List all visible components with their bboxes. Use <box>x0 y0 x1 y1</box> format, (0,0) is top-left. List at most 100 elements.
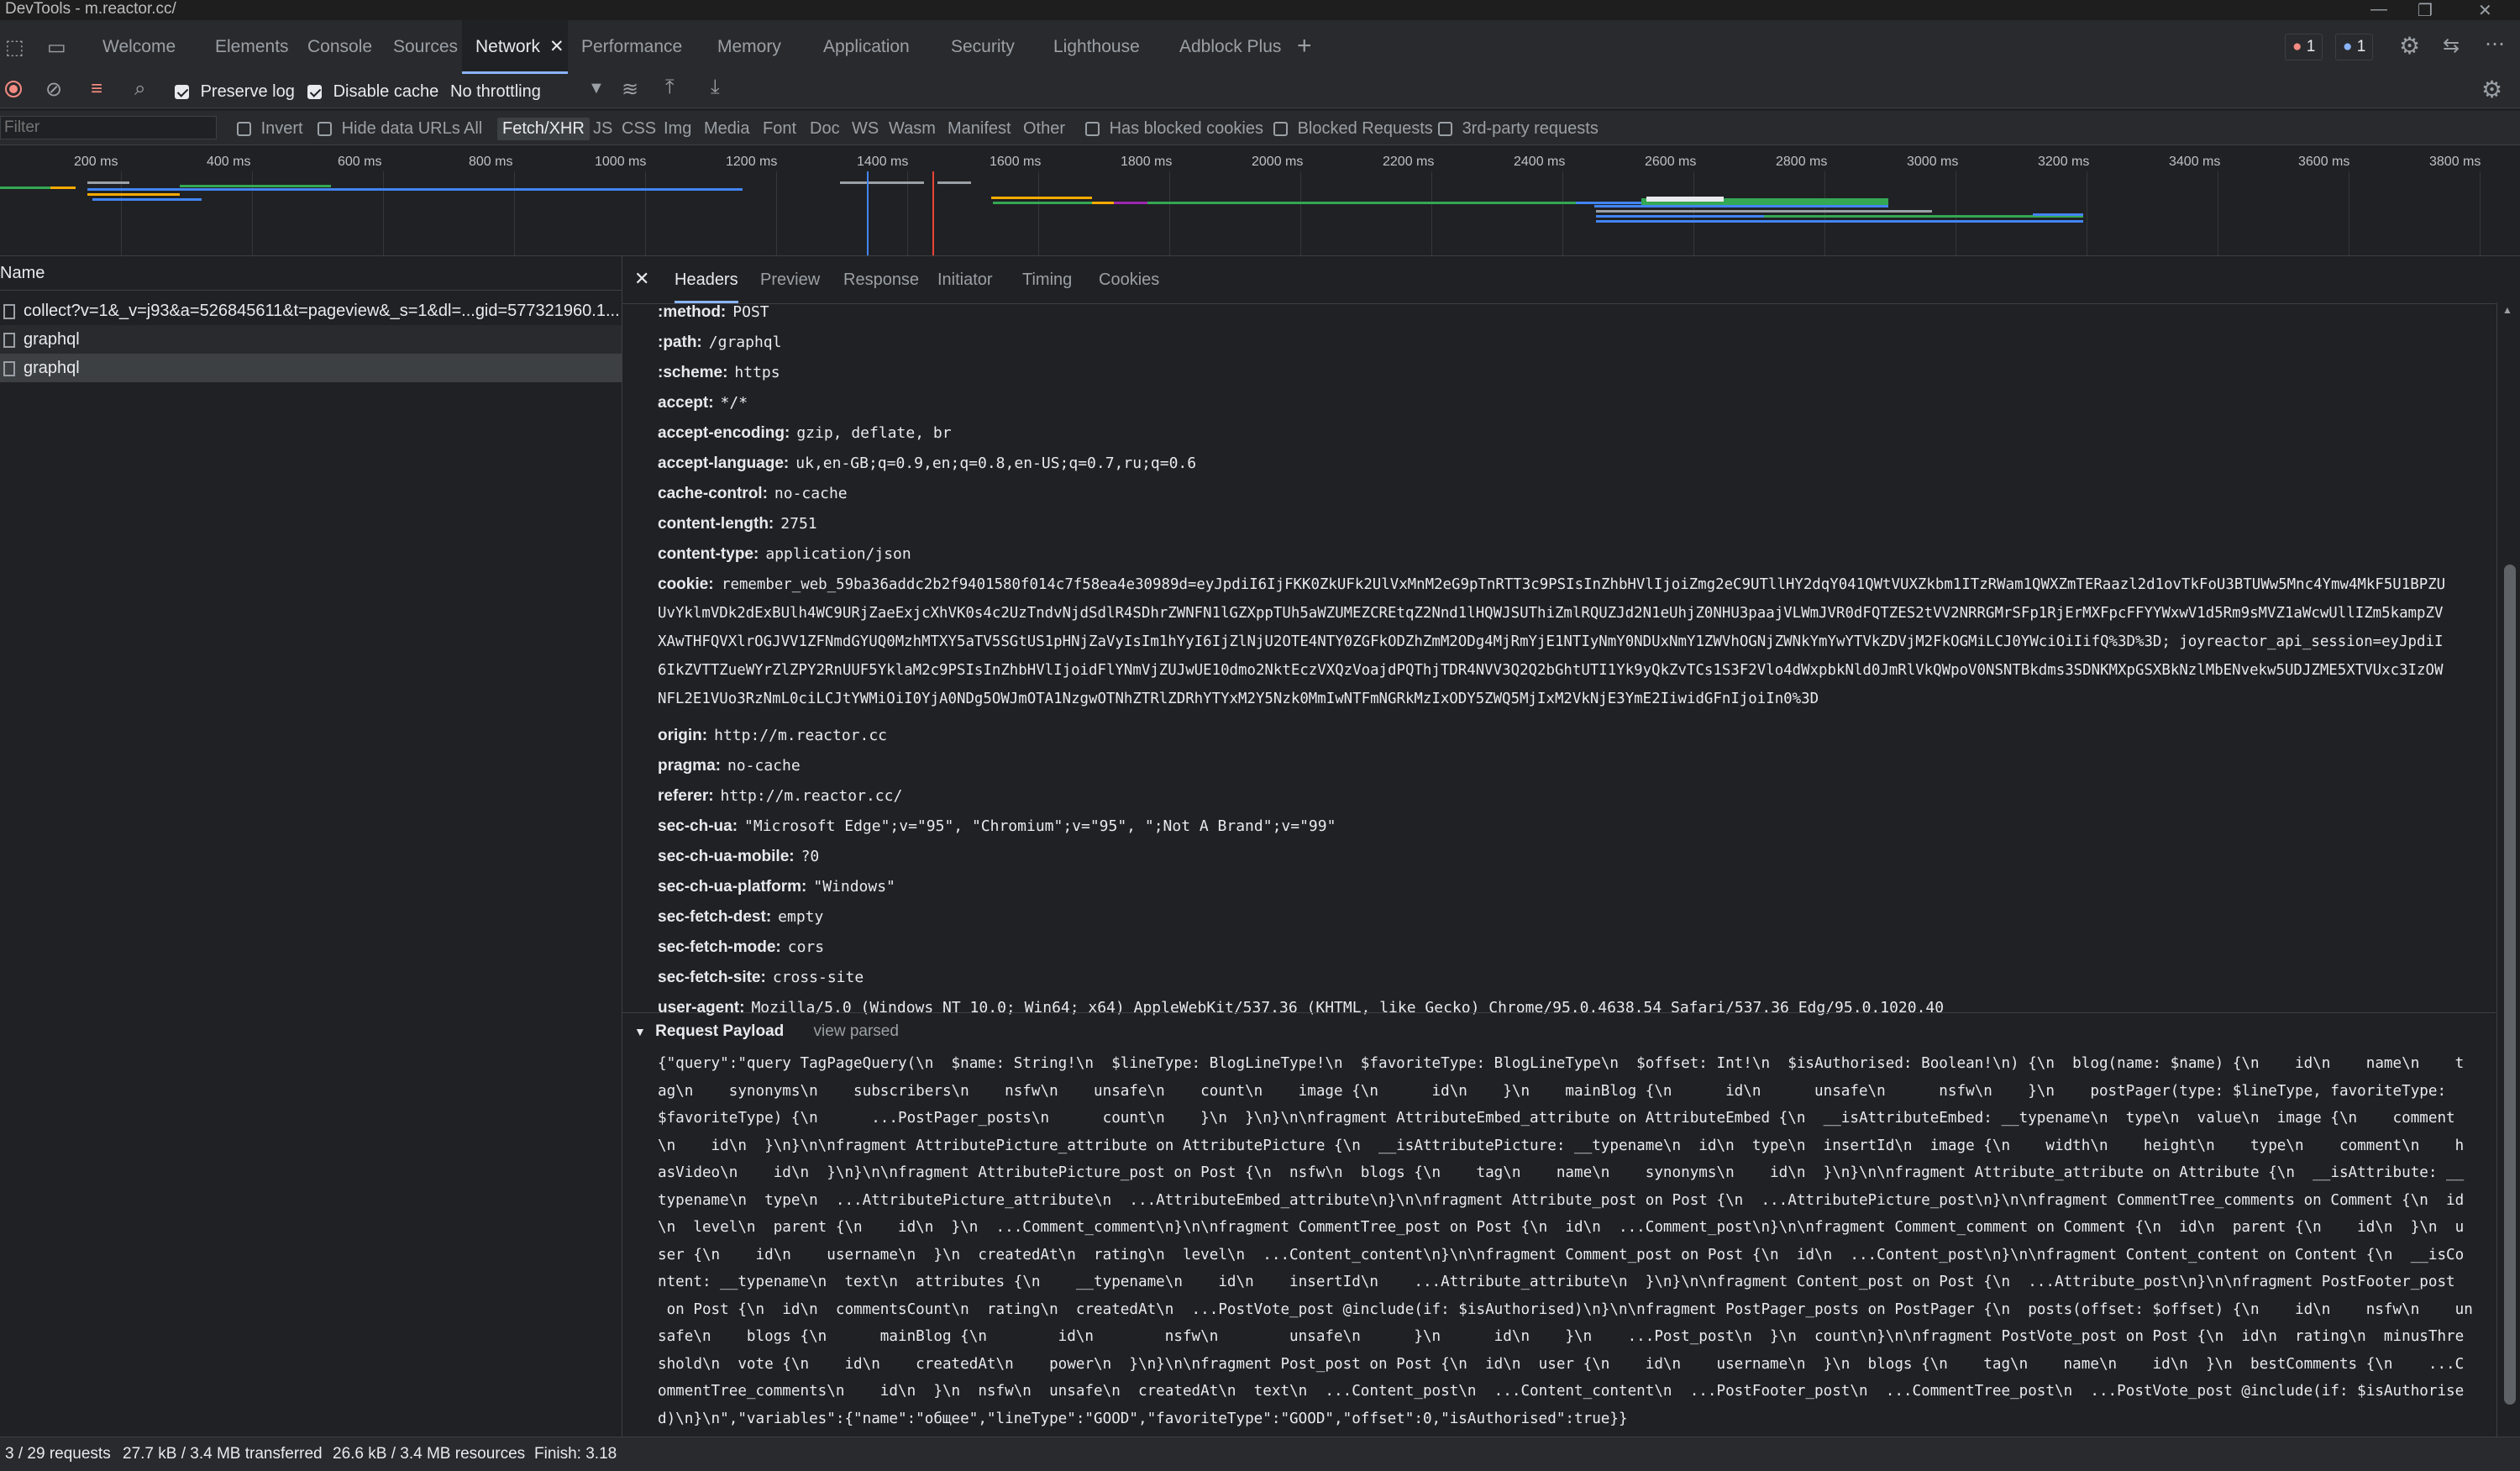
timeline-tick: 1400 ms <box>857 155 909 169</box>
timeline-tick: 3600 ms <box>2298 155 2350 169</box>
name-column-header[interactable]: Name <box>0 256 622 291</box>
cookie-value-line: NFL2E1VUo3RzNmL0ciLCJtYWMiOiI0YjA0NDg5OW… <box>658 691 1819 707</box>
details-tab-preview[interactable]: Preview <box>760 256 820 303</box>
request-row-selected[interactable]: graphql <box>0 354 622 382</box>
close-tab-icon[interactable]: ✕ <box>549 20 564 74</box>
request-row[interactable]: collect?v=1&_v=j93&a=526845611&t=pagevie… <box>0 297 622 325</box>
blocked-requests-checkbox[interactable]: Blocked Requests <box>1273 119 1433 139</box>
timeline-tick: 3000 ms <box>1907 155 1959 169</box>
network-toolbar: ⊘ ≡ ⌕ Preserve log Disable cache No thro… <box>0 74 2520 108</box>
payload-line: {"query":"query TagPageQuery(\n $name: S… <box>658 1055 2465 1072</box>
error-icon: ● <box>2292 38 2302 55</box>
payload-line: \n level\n parent {\n id\n }\n ...Commen… <box>658 1219 2465 1236</box>
timeline-tick: 600 ms <box>338 155 382 169</box>
payload-line: shold\n vote {\n id\n createdAt\n power\… <box>658 1355 2465 1373</box>
errors-badge[interactable]: ● 1 <box>2285 34 2323 60</box>
tab-memory[interactable]: Memory <box>704 20 795 74</box>
invert-label: Invert <box>260 119 303 138</box>
messages-count: 1 <box>2356 38 2366 55</box>
timeline-overview[interactable]: 200 ms 400 ms 600 ms 800 ms 1000 ms 1200… <box>0 148 2520 256</box>
import-har-icon[interactable]: ⤒ <box>665 76 675 99</box>
has-blocked-cookies-checkbox[interactable]: Has blocked cookies <box>1085 119 1263 139</box>
type-filter-css[interactable]: CSS <box>622 119 656 139</box>
errors-count: 1 <box>2306 38 2316 55</box>
type-filter-other[interactable]: Other <box>1023 119 1065 139</box>
tab-elements[interactable]: Elements <box>202 20 302 74</box>
type-filter-fetch-xhr[interactable]: Fetch/XHR <box>497 118 590 140</box>
customize-icon[interactable]: ⇆ <box>2443 34 2460 58</box>
details-tab-cookies[interactable]: Cookies <box>1099 256 1159 303</box>
chevron-down-icon[interactable]: ▼ <box>588 79 605 98</box>
tab-network[interactable]: Network ✕ <box>462 20 568 74</box>
tab-adblock-plus[interactable]: Adblock Plus <box>1166 20 1294 74</box>
scroll-up-icon[interactable]: ▲ <box>2502 304 2512 316</box>
tab-security[interactable]: Security <box>937 20 1028 74</box>
filter-icon[interactable]: ≡ <box>91 77 102 101</box>
type-filter-manifest[interactable]: Manifest <box>948 119 1011 139</box>
blocked-requests-label: Blocked Requests <box>1297 119 1433 138</box>
filter-input[interactable] <box>0 116 217 139</box>
header-row: origin: http://m.reactor.cc <box>658 727 888 744</box>
header-row: content-type: application/json <box>658 545 911 563</box>
timeline-tick: 2000 ms <box>1252 155 1304 169</box>
restore-icon[interactable]: ❐ <box>2418 0 2433 21</box>
settings-gear-icon[interactable]: ⚙ <box>2399 32 2420 60</box>
invert-checkbox[interactable]: Invert <box>237 119 303 139</box>
tab-performance[interactable]: Performance <box>568 20 696 74</box>
details-scrollbar[interactable]: ▲ <box>2496 302 2520 1437</box>
messages-badge[interactable]: ● 1 <box>2335 34 2374 60</box>
type-filter-img[interactable]: Img <box>664 119 691 139</box>
preserve-log-checkbox[interactable]: Preserve log <box>175 82 295 102</box>
throttling-select[interactable]: No throttling <box>450 82 541 102</box>
type-filter-ws[interactable]: WS <box>852 119 879 139</box>
timeline-tick: 200 ms <box>74 155 118 169</box>
type-filter-all[interactable]: All <box>464 119 482 139</box>
network-conditions-icon[interactable]: ≋ <box>622 77 638 102</box>
timeline-tick: 1800 ms <box>1121 155 1173 169</box>
device-toolbar-icon[interactable]: ▭ <box>47 35 66 60</box>
details-tab-response[interactable]: Response <box>843 256 919 303</box>
type-filter-wasm[interactable]: Wasm <box>889 119 936 139</box>
payload-line: safe\n blogs {\n mainBlog {\n id\n nsfw\… <box>658 1328 2465 1345</box>
request-payload-header[interactable]: ▼ Request Payload view parsed <box>634 1022 899 1041</box>
third-party-requests-checkbox[interactable]: 3rd-party requests <box>1438 119 1599 139</box>
header-row: accept-language: uk,en-GB;q=0.9,en;q=0.8,… <box>658 454 1197 472</box>
network-settings-icon[interactable]: ⚙ <box>2481 76 2502 103</box>
type-filter-font[interactable]: Font <box>763 119 796 139</box>
header-row: sec-fetch-mode: cors <box>658 938 825 956</box>
file-icon <box>3 332 15 348</box>
type-filter-doc[interactable]: Doc <box>810 119 840 139</box>
more-options-icon[interactable]: ⋯ <box>2485 32 2505 56</box>
record-icon[interactable] <box>5 81 22 97</box>
request-row[interactable]: graphql <box>0 325 622 354</box>
payload-line: on Post {\n id\n commentsCount\n rating\… <box>658 1300 2473 1318</box>
disable-cache-checkbox[interactable]: Disable cache <box>307 82 438 102</box>
header-row: :scheme: https <box>658 364 780 381</box>
tab-console[interactable]: Console <box>294 20 386 74</box>
view-parsed-link[interactable]: view parsed <box>814 1022 899 1040</box>
search-icon[interactable]: ⌕ <box>134 77 145 101</box>
scrollbar-thumb[interactable] <box>2504 565 2516 1405</box>
details-tab-initiator[interactable]: Initiator <box>937 256 993 303</box>
more-tabs-plus-icon[interactable]: + <box>1297 32 1312 60</box>
waterfall-bar <box>1147 202 1576 204</box>
timeline-tick: 800 ms <box>469 155 513 169</box>
type-filter-js[interactable]: JS <box>593 119 612 139</box>
inspect-element-icon[interactable]: ⬚ <box>5 35 24 60</box>
tab-sources[interactable]: Sources <box>380 20 471 74</box>
export-har-icon[interactable]: ⤓ <box>711 76 720 99</box>
minimize-icon[interactable]: — <box>2370 0 2387 19</box>
tab-application[interactable]: Application <box>810 20 923 74</box>
close-details-icon[interactable]: ✕ <box>634 268 649 290</box>
type-filter-media[interactable]: Media <box>704 119 749 139</box>
hide-data-urls-checkbox[interactable]: Hide data URLs <box>318 119 460 139</box>
header-row: cache-control: no-cache <box>658 485 848 502</box>
finish-time: Finish: 3.18 s <box>534 1445 620 1463</box>
tab-lighthouse[interactable]: Lighthouse <box>1040 20 1153 74</box>
details-tab-timing[interactable]: Timing <box>1022 256 1072 303</box>
tab-welcome[interactable]: Welcome <box>89 20 189 74</box>
cookie-value-line: remember_web_59ba36addc2b2f9401580f014c7… <box>722 576 2446 593</box>
close-window-icon[interactable]: ✕ <box>2478 0 2492 21</box>
details-tab-headers[interactable]: Headers <box>675 256 738 303</box>
clear-icon[interactable]: ⊘ <box>45 77 62 102</box>
